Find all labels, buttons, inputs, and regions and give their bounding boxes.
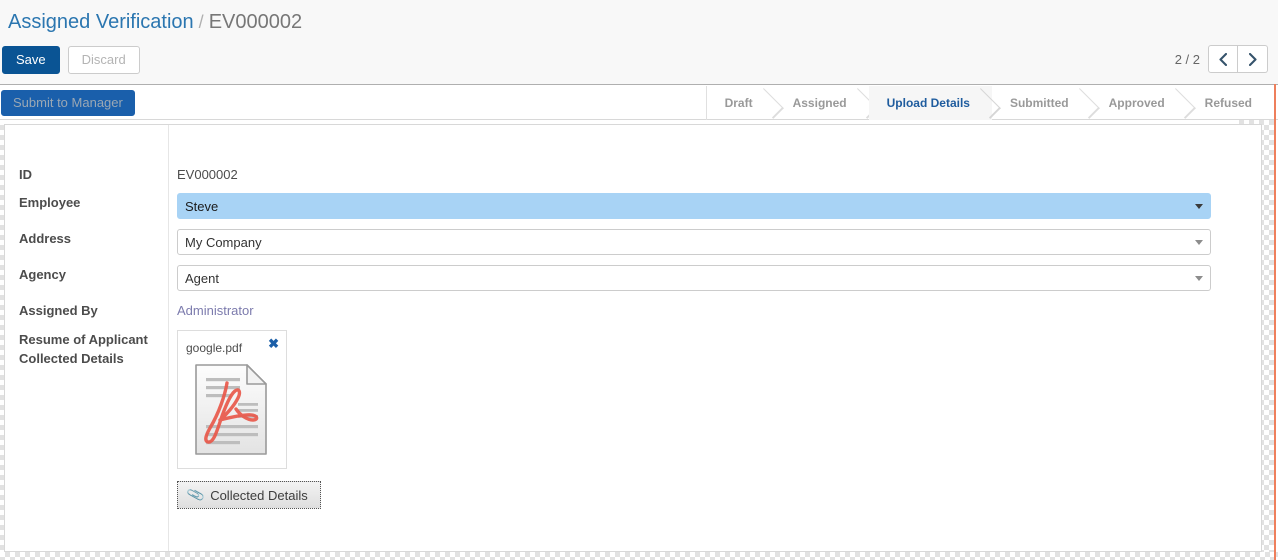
field-label-resume-of-applicant-collected-details: Resume of Applicant Collected Details	[19, 332, 148, 366]
breadcrumb-separator: /	[198, 12, 204, 32]
stage-refused[interactable]: Refused	[1187, 86, 1274, 120]
field-assigned-by-link[interactable]: Administrator	[177, 301, 254, 320]
record-actions: Save Discard	[2, 46, 140, 74]
accent-rule	[1274, 84, 1276, 560]
attachment-filename: google.pdf	[186, 341, 243, 355]
stage-assigned[interactable]: Assigned	[775, 86, 869, 120]
field-input-text: Steve	[185, 198, 219, 214]
field-value-container: google.pdf ✖ 📎 Collected Details	[177, 330, 321, 509]
pager-count: 2 / 2	[1174, 51, 1200, 67]
chevron-right-icon	[1248, 52, 1257, 66]
pager-previous-button[interactable]	[1208, 45, 1238, 73]
field-value-container: Steve	[177, 193, 1211, 219]
field-input-address[interactable]: My Company	[177, 229, 1211, 255]
caret-down-icon[interactable]	[1195, 240, 1203, 245]
stage-upload-details[interactable]: Upload Details	[868, 86, 992, 120]
paperclip-icon: 📎	[185, 484, 207, 505]
breadcrumb: Assigned Verification / EV000002	[8, 9, 302, 35]
submit-to-manager-button[interactable]: Submit to Manager	[1, 90, 135, 116]
caret-down-icon[interactable]	[1195, 276, 1203, 281]
field-value-container: Administrator	[177, 301, 254, 320]
upload-collected-details-button[interactable]: 📎 Collected Details	[177, 481, 321, 509]
pager: 2 / 2	[1175, 45, 1268, 73]
save-button[interactable]: Save	[2, 46, 60, 74]
field-label-address: Address	[19, 231, 72, 246]
pager-buttons	[1208, 45, 1268, 73]
field-value-container: My Company	[177, 229, 1211, 255]
statusbar: Submit to Manager Draft Assigned Upload De…	[0, 86, 1278, 120]
stage-list: Draft Assigned Upload Details Submitted Appr…	[705, 86, 1274, 120]
field-label-agency: Agency	[19, 267, 66, 282]
breadcrumb-current-record: EV000002	[208, 11, 303, 33]
caret-down-icon[interactable]	[1195, 204, 1203, 209]
page-margin-bottom	[0, 552, 1278, 560]
field-value-container: EV000002	[177, 165, 238, 184]
field-input-employee[interactable]: Steve	[177, 193, 1211, 219]
control-panel: Assigned Verification / EV000002 Save Disca…	[0, 0, 1278, 85]
field-label-id: ID	[19, 167, 32, 182]
stage-draft[interactable]: Draft	[707, 86, 775, 120]
chevron-left-icon	[1219, 52, 1227, 66]
field-value-container: Agent	[177, 265, 1211, 291]
attachment-card[interactable]: google.pdf ✖	[177, 330, 287, 469]
label-column-divider	[168, 125, 169, 551]
pager-next-button[interactable]	[1238, 45, 1268, 73]
form-sheet: ID EV000002 Employee Steve Address My Company…	[4, 124, 1262, 552]
field-input-text: Agent	[185, 270, 219, 286]
discard-button[interactable]: Discard	[67, 46, 140, 74]
breadcrumb-parent-link[interactable]: Assigned Verification	[8, 11, 194, 33]
field-input-text: My Company	[185, 234, 262, 250]
close-icon[interactable]: ✖	[268, 337, 279, 350]
field-label-employee: Employee	[19, 195, 81, 210]
statusbar-actions: Submit to Manager	[1, 90, 135, 116]
stage-approved[interactable]: Approved	[1091, 86, 1187, 120]
app-root: Assigned Verification / EV000002 Save Disca…	[0, 0, 1278, 560]
upload-button-label: Collected Details	[210, 487, 308, 503]
pdf-file-icon	[192, 362, 274, 458]
stage-submitted[interactable]: Submitted	[992, 86, 1091, 120]
field-input-agency[interactable]: Agent	[177, 265, 1211, 291]
field-label-assigned-by: Assigned By	[19, 303, 98, 318]
field-id-value: EV000002	[177, 167, 238, 182]
